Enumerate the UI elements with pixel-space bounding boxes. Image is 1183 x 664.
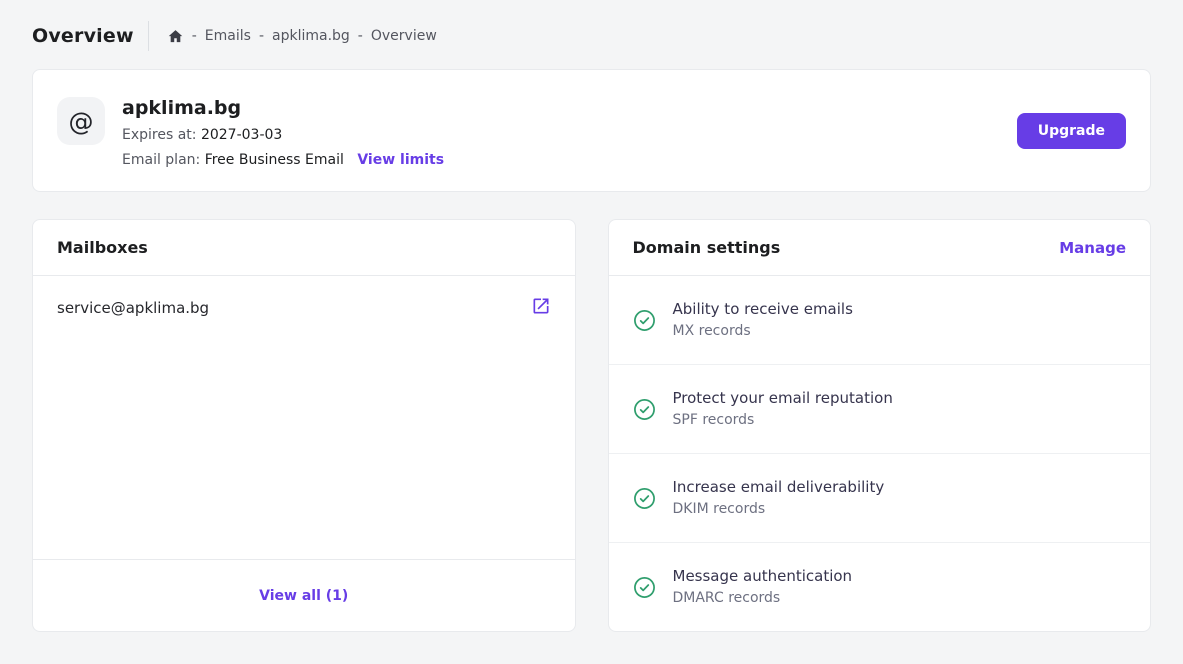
open-mailbox-button[interactable] <box>531 296 551 319</box>
row-texts: Message authentication DMARC records <box>673 567 853 607</box>
domain-name: apklima.bg <box>122 97 444 119</box>
breadcrumb-item-domain[interactable]: apklima.bg <box>272 28 350 44</box>
row-title: Increase email deliverability <box>673 478 885 496</box>
columns: Mailboxes service@apklima.bg View all (1… <box>32 219 1151 632</box>
row-title: Ability to receive emails <box>673 300 853 318</box>
domain-setting-row-spf: Protect your email reputation SPF record… <box>609 365 1151 454</box>
domain-settings-card: Domain settings Manage Ability to receiv… <box>608 219 1152 632</box>
expires-label: Expires at: <box>122 127 197 143</box>
row-texts: Increase email deliverability DKIM recor… <box>673 478 885 518</box>
domain-setting-row-dkim: Increase email deliverability DKIM recor… <box>609 454 1151 543</box>
plan-summary-card: @ apklima.bg Expires at: 2027-03-03 Emai… <box>32 69 1151 192</box>
breadcrumb: - Emails - apklima.bg - Overview <box>167 28 437 45</box>
row-title: Protect your email reputation <box>673 389 893 407</box>
row-texts: Ability to receive emails MX records <box>673 300 853 340</box>
upgrade-button[interactable]: Upgrade <box>1017 113 1126 149</box>
row-subtitle: SPF records <box>673 412 893 429</box>
breadcrumb-item-emails[interactable]: Emails <box>205 28 251 44</box>
mailboxes-title: Mailboxes <box>57 238 148 257</box>
plan-value: Free Business Email <box>205 152 344 168</box>
topbar: Overview - Emails - apklima.bg - Overvie… <box>32 0 1151 50</box>
mailboxes-footer: View all (1) <box>33 559 575 631</box>
mailbox-email: service@apklima.bg <box>57 299 209 317</box>
breadcrumb-separator: - <box>259 28 264 44</box>
expires-line: Expires at: 2027-03-03 <box>122 127 444 144</box>
domain-settings-header: Domain settings Manage <box>609 220 1151 276</box>
domain-setting-row-mx: Ability to receive emails MX records <box>609 276 1151 365</box>
breadcrumb-separator: - <box>192 28 197 44</box>
domain-setting-row-dmarc: Message authentication DMARC records <box>609 543 1151 631</box>
check-circle-icon <box>633 487 656 510</box>
page-title: Overview <box>32 25 134 47</box>
mailboxes-card: Mailboxes service@apklima.bg View all (1… <box>32 219 576 632</box>
at-icon: @ <box>57 97 105 145</box>
plan-label: Email plan: <box>122 152 200 168</box>
plan-info: apklima.bg Expires at: 2027-03-03 Email … <box>122 97 444 169</box>
check-circle-icon <box>633 398 656 421</box>
row-subtitle: MX records <box>673 323 853 340</box>
domain-settings-title: Domain settings <box>633 238 781 257</box>
mailboxes-spacer <box>33 339 575 559</box>
expires-value: 2027-03-03 <box>201 127 282 143</box>
mailbox-row: service@apklima.bg <box>33 276 575 339</box>
external-link-icon <box>531 296 551 319</box>
breadcrumb-separator: - <box>358 28 363 44</box>
view-all-link[interactable]: View all (1) <box>259 588 348 604</box>
check-circle-icon <box>633 576 656 599</box>
mailboxes-header: Mailboxes <box>33 220 575 276</box>
topbar-divider <box>148 21 149 51</box>
plan-line: Email plan: Free Business Email View lim… <box>122 152 444 169</box>
row-title: Message authentication <box>673 567 853 585</box>
home-icon[interactable] <box>167 28 184 45</box>
breadcrumb-item-overview: Overview <box>371 28 437 44</box>
manage-link[interactable]: Manage <box>1059 239 1126 257</box>
row-subtitle: DMARC records <box>673 590 853 607</box>
row-texts: Protect your email reputation SPF record… <box>673 389 893 429</box>
row-subtitle: DKIM records <box>673 501 885 518</box>
email-overview-page: Overview - Emails - apklima.bg - Overvie… <box>0 0 1183 632</box>
check-circle-icon <box>633 309 656 332</box>
view-limits-link[interactable]: View limits <box>357 152 444 168</box>
